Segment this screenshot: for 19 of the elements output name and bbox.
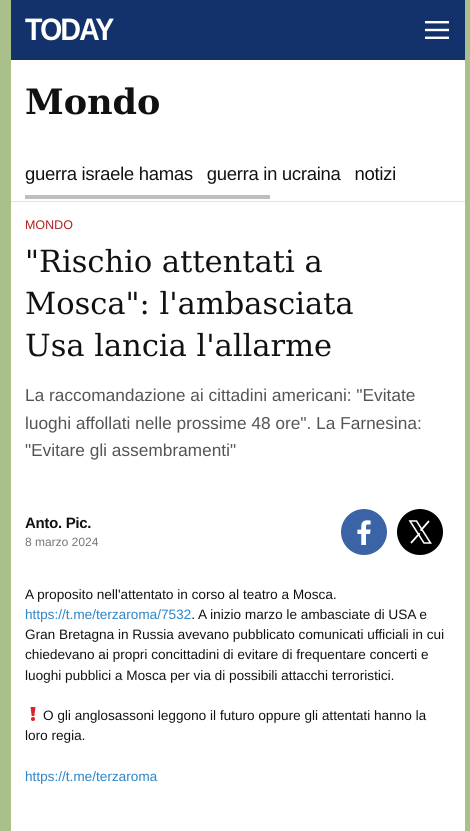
topic-link[interactable]: guerra in ucraina	[206, 163, 341, 185]
facebook-icon[interactable]	[341, 508, 387, 554]
message-paragraph: A proposito nell'attentato in corso al teatro a Mosca. https://t.me/terzaroma/7532. A inizio marzo le ambasciate di USA e Gran Bretagna in Russia avevano pubblicato comunicati ufficiali in cui chiedevano ai propri concittadini di evitare di frequentare concerti e luoghi pubblici a Mosca per via di possibili attacchi terroristici.	[25, 586, 446, 685]
section-title: Mondo	[24, 81, 162, 123]
link[interactable]: https://t.me/terzaroma/7532	[25, 606, 192, 622]
author-name: Anto. Pic.	[25, 514, 92, 532]
link[interactable]: https://t.me/terzaroma	[25, 768, 158, 784]
topic-link[interactable]: guerra israele hamas	[25, 163, 193, 185]
menu-icon[interactable]	[425, 21, 449, 39]
category-label[interactable]: MONDO	[11, 202, 465, 232]
publish-date: 8 marzo 2024	[25, 534, 98, 548]
x-icon[interactable]	[397, 508, 443, 554]
topic-link[interactable]: notizi	[354, 163, 396, 185]
headline: "Rischio attentati a Mosca": l'ambasciata Usa lancia l'allarme	[24, 244, 355, 366]
summary: La raccomandazione ai cittadini americani: "Evitate luoghi affollati nelle prossime 48 ore". La Farnesina: "Evitare gli assembramenti"	[24, 384, 423, 462]
site-logo[interactable]: TODAY	[25, 12, 112, 48]
message-paragraph: O gli anglosassoni leggono il futuro oppure gli attentati hanno la loro regia.	[25, 706, 428, 746]
exclamation-icon	[28, 706, 38, 721]
scrollbar[interactable]	[25, 195, 270, 199]
